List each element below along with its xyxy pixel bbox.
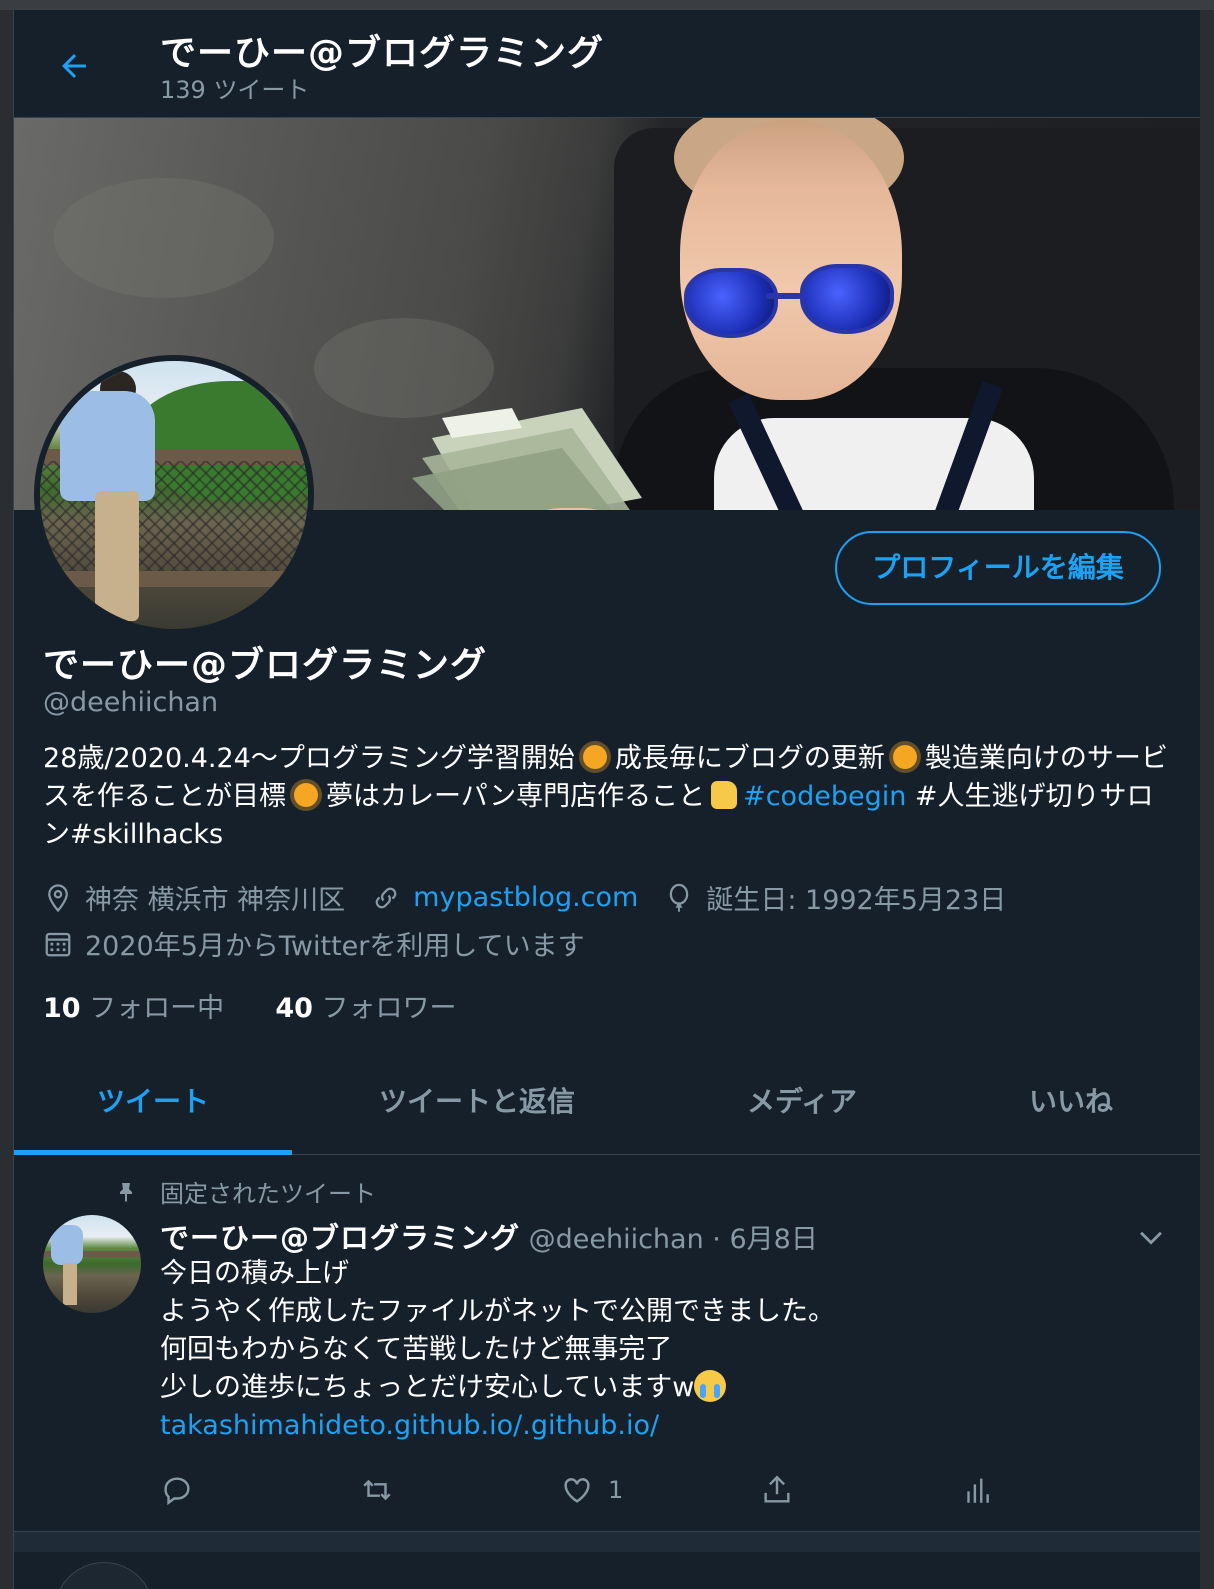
tweet-body: 今日の積み上げ ようやく作成したファイルがネットで公開できました。 何回もわから… <box>160 1255 1160 1445</box>
like-count: 1 <box>608 1476 624 1504</box>
header-title: でーひー@ブログラミング <box>160 33 605 74</box>
retweet-icon <box>363 1479 391 1501</box>
calendar-icon <box>45 932 71 956</box>
pinned-tweet-label: 固定されたツイート <box>114 1174 376 1209</box>
tab-media[interactable]: メディア <box>662 1050 942 1154</box>
back-arrow-icon <box>62 54 86 78</box>
tab-tweets[interactable]: ツイート <box>14 1050 292 1154</box>
analytics-button[interactable] <box>960 1465 1008 1515</box>
link-icon <box>375 887 397 908</box>
window-right-edge <box>1200 10 1214 1589</box>
header-tweet-count: 139 ツイート <box>160 76 310 104</box>
tab-tweets-and-replies[interactable]: ツイートと返信 <box>292 1050 662 1154</box>
profile-location: 神奈 横浜市 神奈川区 <box>85 885 346 916</box>
profile-panel: でーひー@ブログラミング 139 ツイート プロフィールを編集 でーひー@ブログ… <box>13 10 1201 1589</box>
thumbs-up-emoji <box>711 781 738 809</box>
next-tweet-avatar[interactable] <box>54 1562 154 1589</box>
followers-link[interactable]: 40 フォロワー <box>275 993 456 1024</box>
tweet-date[interactable]: 6月8日 <box>729 1224 817 1255</box>
section-gap <box>14 1532 1200 1552</box>
balloon-icon <box>670 883 689 912</box>
like-button[interactable]: 1 <box>560 1465 623 1515</box>
tweet-line: ようやく作成したファイルがネットで公開できました。 <box>160 1296 835 1327</box>
profile-meta-row: 神奈 横浜市 神奈川区 mypastblog.com 誕生日: 1992年5月2… <box>43 878 1006 917</box>
analytics-icon <box>967 1478 989 1503</box>
crying-emoji <box>694 1370 727 1402</box>
profile-name: でーひー@ブログラミング <box>43 645 488 686</box>
sun-emoji <box>892 745 917 769</box>
profile-bio: 28歳/2020.4.24〜プログラミング学習開始 成長毎にブログの更新 製造業向け… <box>43 743 1168 850</box>
hashtag-codebegin[interactable]: #codebegin <box>743 781 906 812</box>
reply-icon <box>164 1477 190 1506</box>
edit-profile-button[interactable]: プロフィールを編集 <box>835 531 1161 605</box>
follow-stats: 10 フォロー中 40 フォロワー <box>43 986 457 1025</box>
profile-website-link[interactable]: mypastblog.com <box>413 882 638 913</box>
back-button[interactable] <box>48 40 100 92</box>
location-pin-icon <box>48 883 68 912</box>
tweet-line: 何回もわからなくて苦戦したけど無事完了 <box>160 1334 673 1365</box>
profile-joined: 2020年5月からTwitterを利用しています <box>85 931 585 962</box>
reply-button[interactable] <box>160 1465 208 1515</box>
profile-birthday: 誕生日: 1992年5月23日 <box>706 885 1007 916</box>
tweet-author-avatar[interactable] <box>43 1215 141 1313</box>
chevron-down-icon[interactable] <box>1134 1220 1168 1254</box>
following-link[interactable]: 10 フォロー中 <box>43 993 224 1024</box>
pin-icon <box>120 1182 132 1202</box>
tweet-line: 少しの進歩にちょっとだけ安心していますw <box>160 1372 695 1403</box>
sun-emoji <box>294 783 318 807</box>
tweet-header: でーひー@ブログラミング @deehiichan · 6月8日 <box>160 1221 818 1255</box>
tweet-author-name[interactable]: でーひー@ブログラミング <box>160 1221 520 1255</box>
tab-likes[interactable]: いいね <box>942 1050 1200 1154</box>
profile-joined-row: 2020年5月からTwitterを利用しています <box>43 924 585 963</box>
profile-avatar[interactable] <box>34 355 314 635</box>
active-tab-indicator <box>14 1150 292 1155</box>
like-icon <box>564 1478 590 1503</box>
share-button[interactable] <box>760 1465 808 1515</box>
retweet-button[interactable] <box>358 1465 410 1515</box>
window-top-strip <box>0 0 1214 10</box>
sun-emoji <box>582 745 607 769</box>
profile-header: でーひー@ブログラミング 139 ツイート <box>14 10 1200 118</box>
tweet-line: 今日の積み上げ <box>160 1258 349 1289</box>
tweet-author-handle[interactable]: @deehiichan <box>529 1224 704 1255</box>
share-icon <box>764 1475 790 1503</box>
profile-handle: @deehiichan <box>43 687 219 718</box>
tweet-link[interactable]: takashimahideto.github.io/.github.io/ <box>160 1407 1160 1445</box>
profile-tabs: ツイート ツイートと返信 メディア いいね <box>14 1050 1200 1155</box>
tweet-actions: 1 <box>160 1465 1060 1515</box>
